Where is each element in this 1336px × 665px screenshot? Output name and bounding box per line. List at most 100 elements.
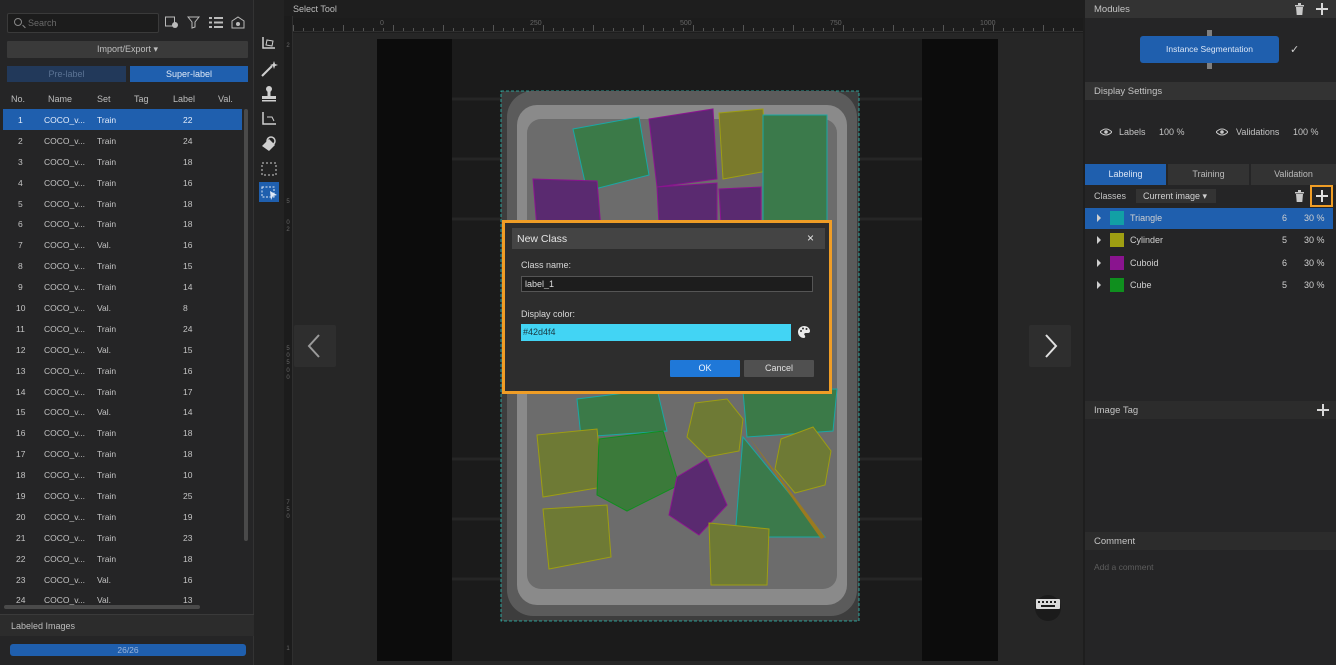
instance-segmentation-module[interactable]: Instance Segmentation	[1140, 36, 1279, 63]
table-row[interactable]: 8 COCO_v... Train 15	[3, 255, 242, 276]
crop-polygon-tool-icon[interactable]	[259, 34, 279, 54]
color-palette-icon[interactable]	[797, 325, 811, 339]
list-settings-icon[interactable]	[209, 16, 223, 29]
tab-labeling[interactable]: Labeling	[1085, 164, 1166, 185]
row-label-count: 18	[183, 198, 193, 209]
import-export-button[interactable]: Import/Export ▾	[7, 41, 248, 58]
table-row[interactable]: 24 COCO_v... Val. 13	[3, 589, 242, 605]
class-name-input[interactable]	[521, 276, 813, 292]
display-color-field[interactable]: #42d4f4	[521, 324, 791, 341]
pre-label-button[interactable]: Pre-label	[7, 66, 126, 82]
stamp-tool-icon[interactable]	[259, 84, 279, 104]
ruler-label: 2	[286, 43, 290, 49]
class-name: Cuboid	[1130, 257, 1159, 268]
trash-icon[interactable]	[1294, 3, 1305, 15]
class-row-cube[interactable]: Cube 5 30 %	[1085, 275, 1333, 296]
keyboard-icon	[1036, 599, 1060, 609]
class-row-cylinder[interactable]: Cylinder 5 30 %	[1085, 230, 1333, 251]
table-row[interactable]: 7 COCO_v... Val. 16	[3, 234, 242, 255]
table-row[interactable]: 22 COCO_v... Train 18	[3, 548, 242, 569]
table-row[interactable]: 4 COCO_v... Train 16	[3, 172, 242, 193]
validations-opacity-value[interactable]: 100 %	[1293, 127, 1319, 137]
next-image-button[interactable]	[1029, 325, 1071, 367]
table-row[interactable]: 11 COCO_v... Train 24	[3, 318, 242, 339]
filter-icon[interactable]	[187, 16, 201, 29]
chevron-right-icon[interactable]	[1097, 258, 1101, 267]
column-header-val[interactable]: Val.	[218, 94, 233, 104]
column-header-set[interactable]: Set	[97, 94, 111, 104]
column-header-tag[interactable]: Tag	[134, 94, 149, 104]
class-percent: 30 %	[1304, 213, 1325, 223]
comment-input[interactable]: Add a comment	[1094, 562, 1154, 572]
table-row[interactable]: 5 COCO_v... Train 18	[3, 193, 242, 214]
table-row[interactable]: 21 COCO_v... Train 23	[3, 527, 242, 548]
tab-validation[interactable]: Validation	[1251, 164, 1336, 185]
previous-image-button[interactable]	[294, 325, 336, 367]
table-row[interactable]: 15 COCO_v... Val. 14	[3, 401, 242, 422]
table-row[interactable]: 23 COCO_v... Val. 16	[3, 569, 242, 590]
table-row[interactable]: 17 COCO_v... Train 18	[3, 443, 242, 464]
eye-icon[interactable]	[1216, 128, 1228, 136]
column-header-label[interactable]: Label	[173, 94, 195, 104]
chevron-right-icon[interactable]	[1097, 236, 1101, 245]
column-header-no[interactable]: No.	[11, 94, 25, 104]
super-label-button[interactable]: Super-label	[130, 66, 248, 82]
chevron-right-icon[interactable]	[1097, 214, 1101, 222]
eye-icon[interactable]	[1100, 128, 1112, 136]
class-name: Triangle	[1130, 213, 1163, 223]
row-set: Train	[97, 491, 117, 502]
table-row[interactable]: 9 COCO_v... Train 14	[3, 276, 242, 297]
table-row[interactable]: 3 COCO_v... Train 18	[3, 151, 242, 172]
table-row[interactable]: 18 COCO_v... Train 10	[3, 464, 242, 485]
check-icon: ✓	[1290, 44, 1300, 56]
table-row[interactable]: 20 COCO_v... Train 19	[3, 506, 242, 527]
row-number: 10	[16, 303, 26, 314]
row-label-count: 18	[183, 219, 193, 230]
select-tool-icon[interactable]	[259, 182, 279, 202]
row-number: 14	[16, 386, 26, 397]
ruler-label: 750	[830, 20, 842, 27]
table-row[interactable]: 19 COCO_v... Train 25	[3, 485, 242, 506]
table-row[interactable]: 14 COCO_v... Train 17	[3, 381, 242, 402]
row-label-count: 16	[183, 365, 193, 376]
table-row[interactable]: 10 COCO_v... Val. 8	[3, 297, 242, 318]
labels-opacity-value[interactable]: 100 %	[1159, 127, 1185, 137]
search-box[interactable]	[7, 13, 159, 33]
modules-label: Modules	[1094, 4, 1130, 15]
magic-wand-tool-icon[interactable]	[259, 59, 279, 79]
table-row[interactable]: 13 COCO_v... Train 16	[3, 360, 242, 381]
table-row[interactable]: 2 COCO_v... Train 24	[3, 130, 242, 151]
plus-icon	[1316, 190, 1328, 202]
table-row[interactable]: 12 COCO_v... Val. 15	[3, 339, 242, 360]
eraser-tool-icon[interactable]	[259, 134, 279, 154]
camera-icon[interactable]	[231, 16, 245, 29]
horizontal-scrollbar[interactable]	[4, 605, 200, 609]
add-tag-icon[interactable]	[1317, 404, 1329, 416]
search-input[interactable]	[28, 16, 153, 30]
row-label-count: 19	[183, 511, 193, 522]
table-row[interactable]: 6 COCO_v... Train 18	[3, 213, 242, 234]
trash-icon[interactable]	[1294, 190, 1305, 202]
class-row-triangle[interactable]: Triangle 6 30 %	[1085, 208, 1333, 229]
row-set: Train	[97, 261, 117, 272]
polygon-tool-icon[interactable]	[259, 109, 279, 129]
vertical-scrollbar[interactable]	[244, 109, 248, 541]
classes-filter-dropdown[interactable]: Current image ▾	[1136, 189, 1216, 203]
ok-button[interactable]: OK	[670, 360, 740, 377]
chevron-right-icon[interactable]	[1097, 280, 1101, 289]
image-filter-icon[interactable]	[165, 16, 179, 29]
row-set: Train	[97, 449, 117, 460]
class-row-cuboid[interactable]: Cuboid 6 30 %	[1085, 253, 1333, 274]
add-module-icon[interactable]	[1316, 3, 1328, 15]
column-header-name[interactable]: Name	[48, 94, 72, 104]
tab-training[interactable]: Training	[1168, 164, 1249, 185]
row-name: COCO_v...	[44, 303, 85, 314]
keyboard-shortcuts-button[interactable]	[1035, 595, 1061, 621]
close-icon[interactable]: ×	[807, 231, 814, 245]
add-class-button[interactable]	[1310, 185, 1333, 207]
image-tag-header: Image Tag	[1085, 401, 1336, 419]
rect-select-tool-icon[interactable]	[259, 159, 279, 179]
table-row[interactable]: 16 COCO_v... Train 18	[3, 422, 242, 443]
cancel-button[interactable]: Cancel	[744, 360, 814, 377]
table-row[interactable]: 1 COCO_v... Train 22	[3, 109, 242, 130]
